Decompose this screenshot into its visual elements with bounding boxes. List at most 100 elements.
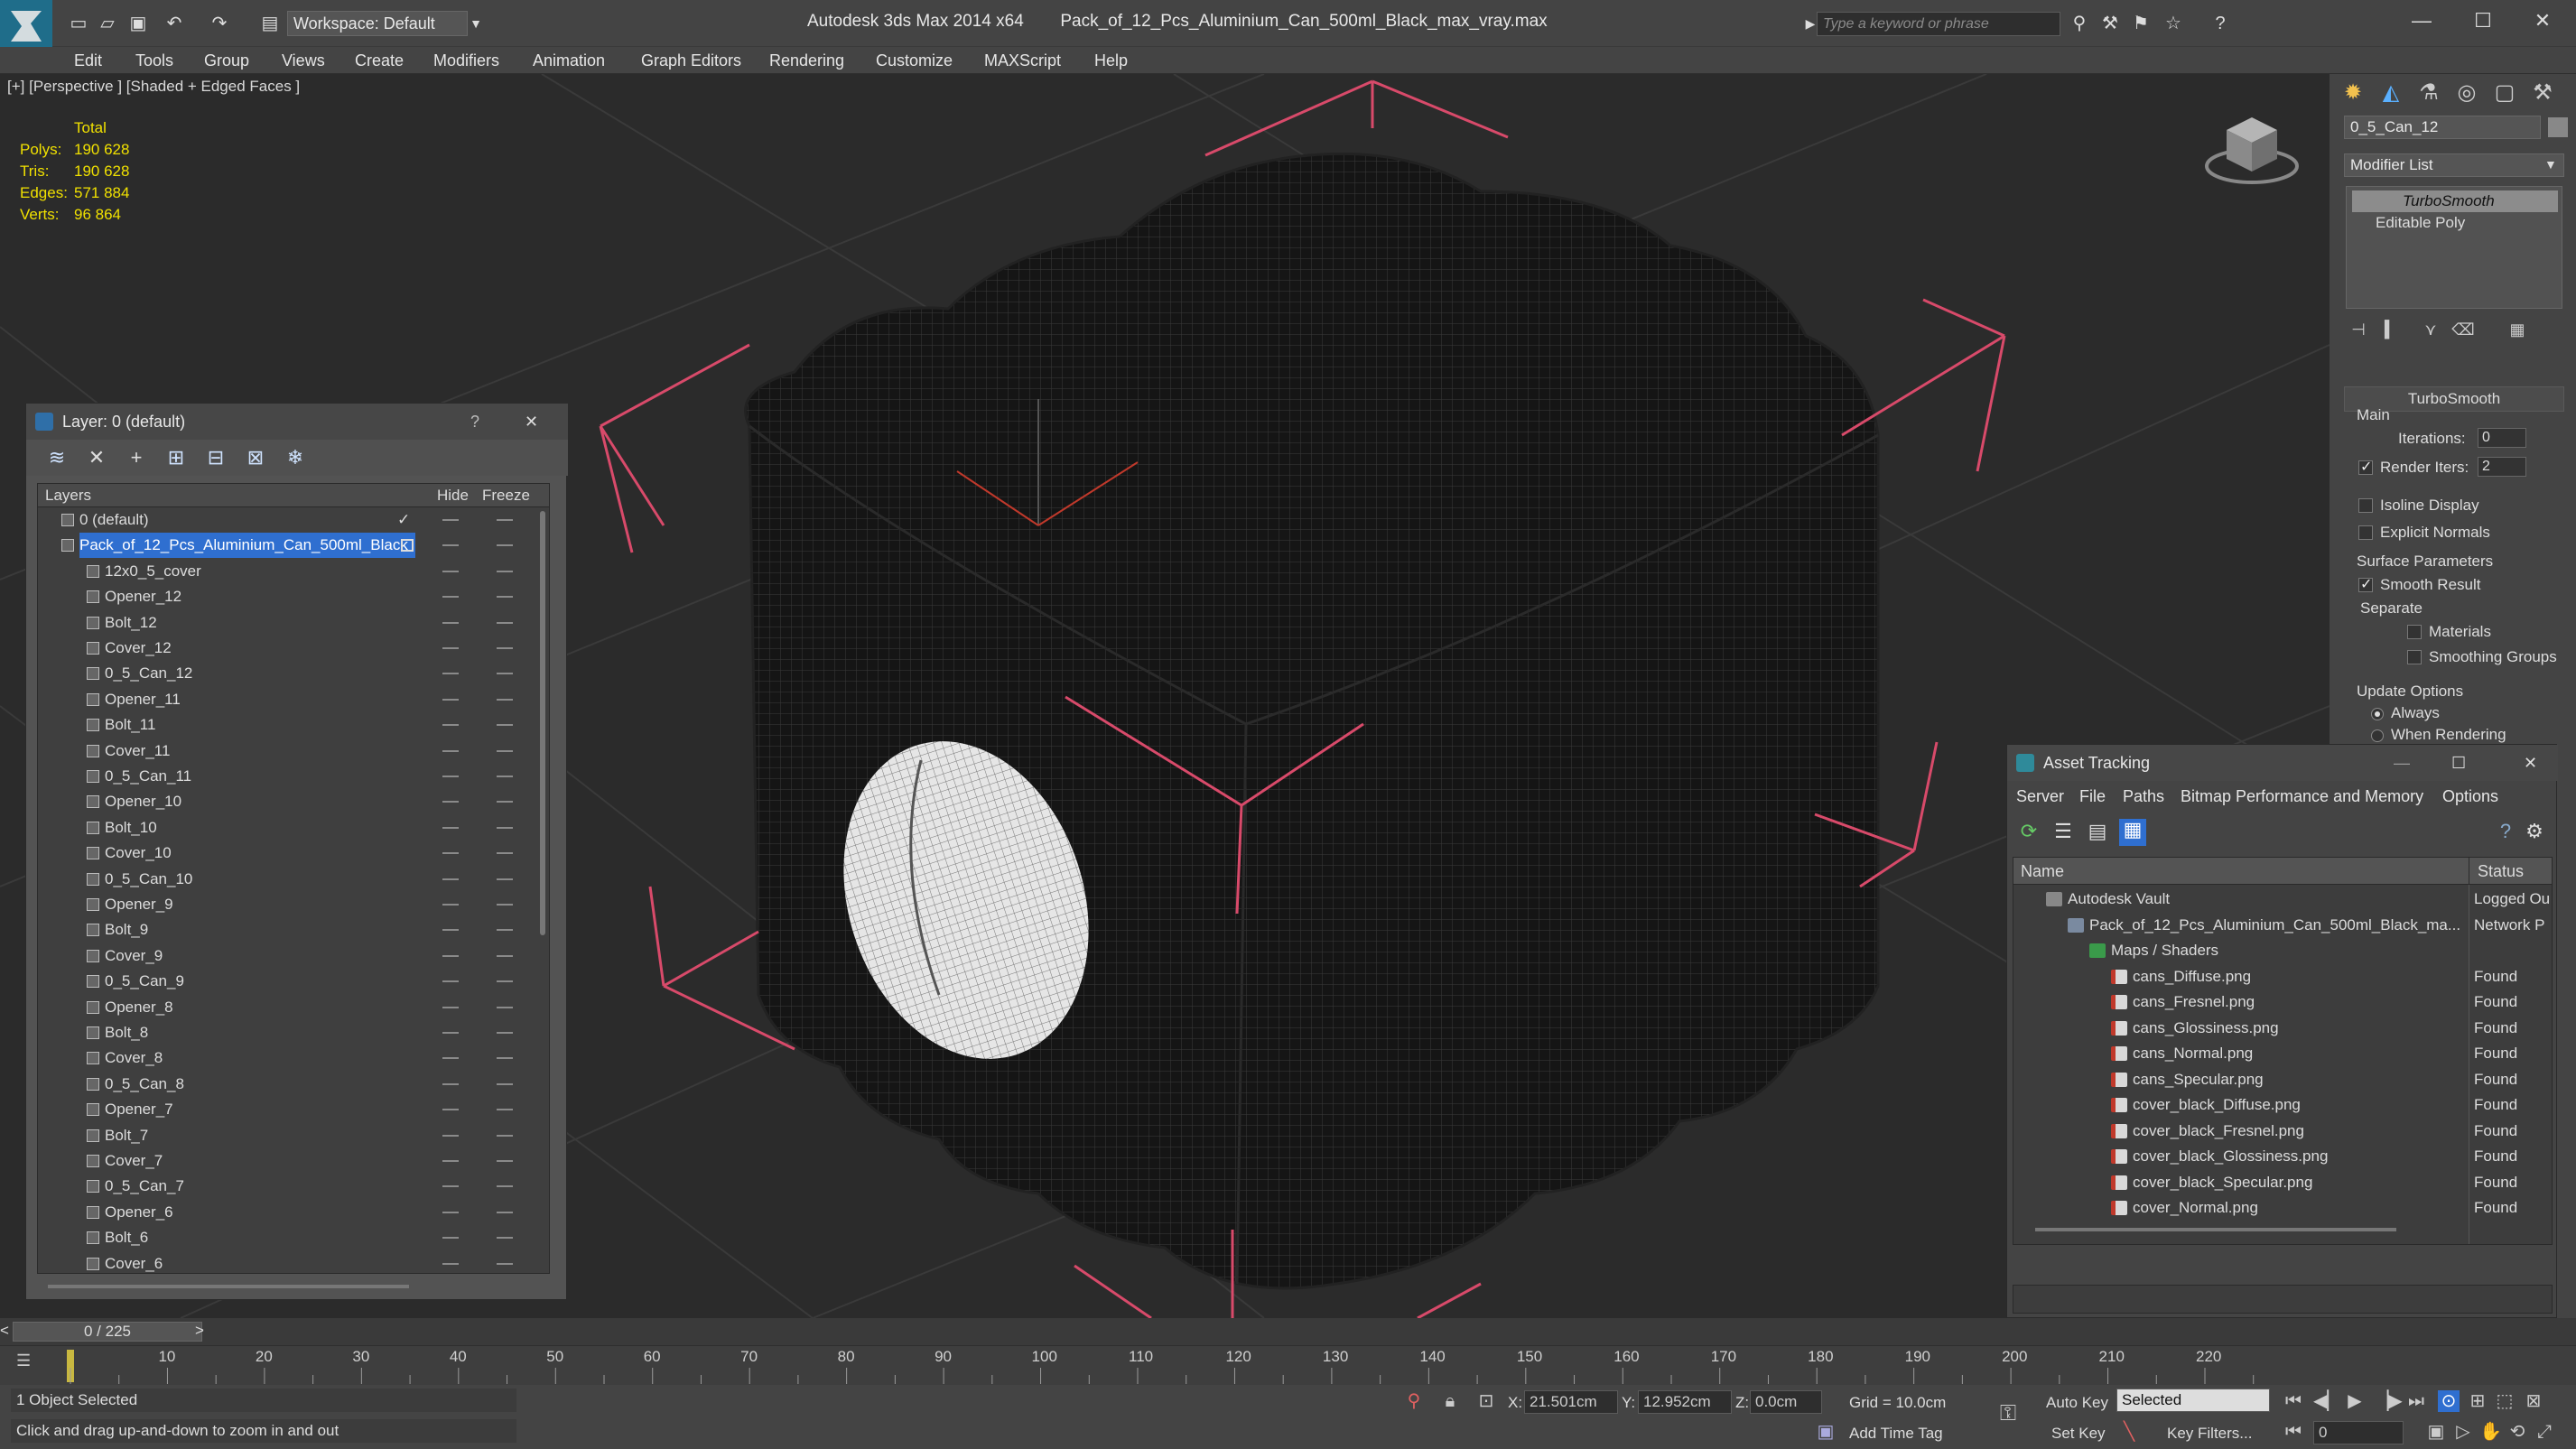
close-icon[interactable]: ✕ (2525, 5, 2561, 36)
binoculars-icon[interactable]: ⚲ (2068, 12, 2091, 35)
viewport-label[interactable]: [+] [Perspective ] [Shaded + Edged Faces… (7, 78, 300, 96)
hide-toggle[interactable] (442, 519, 459, 521)
asset-row[interactable]: cans_Fresnel.png Found (2013, 989, 2552, 1015)
asset-row[interactable]: Pack_of_12_Pcs_Aluminium_Can_500ml_Black… (2013, 913, 2552, 938)
hide-toggle[interactable] (442, 904, 459, 906)
menu-options[interactable]: Options (2442, 785, 2498, 808)
previous-frame-icon[interactable]: ◀▏ (2313, 1390, 2341, 1412)
hide-toggle[interactable] (442, 1160, 459, 1162)
layer-object-row[interactable]: Cover_8 (38, 1045, 549, 1071)
freeze-toggle[interactable] (497, 647, 513, 649)
freeze-toggle[interactable] (497, 749, 513, 752)
hide-toggle[interactable] (442, 673, 459, 675)
redo-icon[interactable]: ↷ (208, 12, 231, 35)
layer-object-row[interactable]: Opener_11 (38, 687, 549, 712)
layer-list-scrollbar[interactable] (540, 511, 545, 935)
app-logo[interactable] (0, 0, 52, 52)
set-current-layer-icon[interactable] (401, 539, 414, 553)
isoline-display-checkbox[interactable] (2358, 498, 2373, 513)
time-slider-thumb[interactable]: 0 / 225 (13, 1322, 202, 1342)
next-frame-icon[interactable]: ▕▶ (2375, 1390, 2403, 1412)
hide-toggle[interactable] (442, 544, 459, 547)
layer-object-row[interactable]: Opener_8 (38, 995, 549, 1020)
zoom-icon[interactable]: ⊙ (2438, 1390, 2460, 1412)
open-file-icon[interactable]: ▱ (96, 12, 119, 35)
current-layer-check-icon[interactable]: ✓ (397, 507, 410, 533)
hide-toggle[interactable] (442, 954, 459, 957)
hide-toggle[interactable] (442, 1006, 459, 1008)
new-layer-icon[interactable]: ≋ (46, 447, 68, 469)
hide-toggle[interactable] (442, 596, 459, 599)
layer-object-row[interactable]: Opener_6 (38, 1200, 549, 1225)
menu-views[interactable]: Views (282, 51, 325, 70)
always-radio[interactable] (2371, 708, 2384, 720)
freeze-toggle[interactable] (497, 1185, 513, 1188)
layer-row-default[interactable]: 0 (default) ✓ (38, 507, 549, 533)
hide-toggle[interactable] (442, 878, 459, 880)
make-unique-icon[interactable]: ⋎ (2414, 314, 2447, 345)
hide-toggle[interactable] (442, 1082, 459, 1085)
materials-checkbox[interactable] (2407, 625, 2422, 639)
freeze-toggle[interactable] (497, 1057, 513, 1060)
layer-object-row[interactable]: Cover_9 (38, 943, 549, 969)
explicit-normals-checkbox[interactable] (2358, 525, 2373, 540)
layer-object-row[interactable]: Cover_11 (38, 738, 549, 764)
show-end-result-icon[interactable]: ▍ (2375, 314, 2407, 345)
menu-graph-editors[interactable]: Graph Editors (641, 51, 741, 70)
time-slider-prev-icon[interactable]: < (0, 1322, 9, 1340)
go-to-start-icon[interactable]: ⏮ (2283, 1390, 2304, 1412)
freeze-toggle[interactable] (497, 1109, 513, 1111)
hide-toggle[interactable] (442, 647, 459, 649)
chevron-down-icon[interactable]: ▼ (2544, 157, 2557, 172)
field-of-view-icon[interactable]: ▷ (2452, 1421, 2474, 1443)
menu-create[interactable]: Create (355, 51, 404, 70)
object-color-swatch[interactable] (2548, 117, 2568, 137)
column-layers[interactable]: Layers (45, 484, 91, 507)
minimize-icon[interactable]: — (2404, 5, 2440, 36)
favorites-star-icon[interactable]: ☆ (2162, 12, 2185, 35)
auto-key-button[interactable]: Auto Key (2046, 1394, 2108, 1412)
minimize-icon[interactable]: — (2394, 745, 2410, 781)
asset-row[interactable]: cans_Glossiness.png Found (2013, 1016, 2552, 1041)
maximize-icon[interactable]: ☐ (2451, 745, 2466, 781)
layer-object-row[interactable]: 0_5_Can_12 (38, 661, 549, 686)
chevron-down-icon[interactable]: ▼ (464, 12, 488, 35)
layer-object-row[interactable]: Opener_12 (38, 584, 549, 609)
asset-row[interactable]: Autodesk Vault Logged Ou (2013, 887, 2552, 912)
add-time-tag-icon[interactable]: ▣ (1815, 1421, 1837, 1443)
asset-row[interactable]: cover_black_Fresnel.png Found (2013, 1119, 2552, 1144)
hide-toggle[interactable] (442, 621, 459, 624)
layer-object-row[interactable]: Opener_9 (38, 892, 549, 917)
select-objects-icon[interactable]: ⊞ (165, 447, 187, 469)
key-filters-button[interactable]: Key Filters... (2167, 1425, 2252, 1443)
save-icon[interactable]: ▣ (126, 12, 150, 35)
absolute-mode-icon[interactable]: ⊡ (1475, 1390, 1497, 1412)
menu-file[interactable]: File (2079, 785, 2106, 808)
hide-toggle[interactable] (442, 749, 459, 752)
menu-edit[interactable]: Edit (74, 51, 102, 70)
freeze-toggle[interactable] (497, 878, 513, 880)
freeze-toggle[interactable] (497, 852, 513, 855)
close-icon[interactable]: ✕ (525, 404, 538, 440)
layer-object-row[interactable]: Bolt_9 (38, 917, 549, 943)
layer-object-row[interactable]: 0_5_Can_8 (38, 1072, 549, 1097)
menu-server[interactable]: Server (2016, 785, 2064, 808)
play-icon[interactable]: ▶ (2344, 1390, 2366, 1412)
freeze-toggle[interactable] (497, 801, 513, 803)
freeze-toggle[interactable] (497, 673, 513, 675)
hide-toggle[interactable] (442, 724, 459, 727)
smoothing-groups-checkbox[interactable] (2407, 650, 2422, 664)
hide-toggle[interactable] (442, 1185, 459, 1188)
asset-path-field[interactable] (2013, 1285, 2553, 1314)
motion-tab-icon[interactable]: ◎ (2450, 78, 2483, 108)
layer-row-pack[interactable]: Pack_of_12_Pcs_Aluminium_Can_500ml_Black (38, 533, 549, 559)
layer-object-row[interactable]: Opener_10 (38, 789, 549, 814)
thumbnail-view-icon[interactable]: ▤ (2087, 821, 2108, 842)
hierarchy-tab-icon[interactable]: ⚗ (2413, 78, 2445, 108)
settings-icon[interactable]: ⚙ (2524, 821, 2545, 842)
z-coord-field[interactable]: 0.0cm (1750, 1390, 1822, 1414)
freeze-toggle[interactable] (497, 544, 513, 547)
hide-toggle[interactable] (442, 1057, 459, 1060)
layer-object-row[interactable]: Bolt_7 (38, 1123, 549, 1148)
stack-item-turbosmooth[interactable]: TurboSmooth (2352, 190, 2558, 212)
